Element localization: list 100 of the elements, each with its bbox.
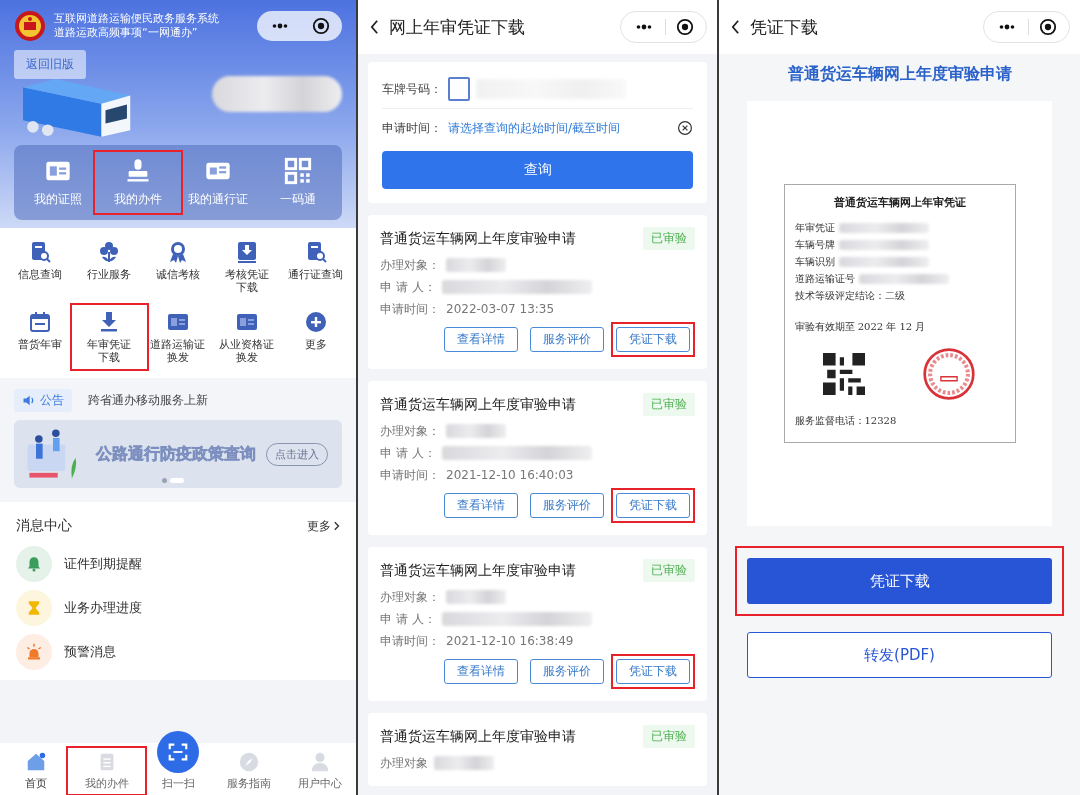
record-action-button[interactable]: 查看详情: [444, 493, 518, 518]
field-label: 办理对象：: [380, 588, 440, 606]
download-button[interactable]: 凭证下载: [747, 558, 1052, 604]
certificate-rating: 技术等级评定结论：二级: [794, 289, 906, 303]
field-label: 办理对象：: [380, 422, 440, 440]
status-badge: 已审验: [643, 725, 695, 748]
tab-item[interactable]: 首页: [0, 751, 72, 791]
carousel-dots: [162, 478, 184, 483]
chevron-right-icon: [334, 521, 340, 531]
certificate-hotline: 服务监督电话：12328: [794, 414, 898, 428]
system-title: 道路运政高频事项“一网通办”: [54, 26, 199, 40]
certificate-title: 普通货运车辆网上年审凭证: [832, 195, 967, 210]
record-action-button[interactable]: 查看详情: [444, 659, 518, 684]
service-item[interactable]: 更多: [281, 308, 350, 366]
qr-code-icon: [284, 157, 312, 185]
query-button[interactable]: 查询: [382, 151, 693, 189]
back-icon[interactable]: [731, 19, 740, 35]
service-label: 普货年审: [18, 338, 63, 351]
field-label: 车牌号码：: [382, 80, 442, 98]
message-item[interactable]: 证件到期提醒: [16, 542, 340, 586]
certificate-field-label: 年审凭证: [794, 221, 835, 235]
service-item[interactable]: 诚信考核: [143, 238, 213, 296]
close-icon[interactable]: [1039, 18, 1057, 36]
apply-time: 2021-12-10 16:38:49: [446, 634, 574, 648]
certificate-field-label: 车辆识别: [794, 255, 835, 269]
service-item[interactable]: 从业资格证 换发: [212, 308, 282, 366]
apply-time: 2022-03-07 13:35: [446, 302, 555, 316]
service-label: 从业资格证 换发: [219, 338, 275, 364]
certificate-field-label: 道路运输证号: [794, 272, 855, 286]
quick-link-label: 我的通行证: [188, 191, 248, 208]
plate-input-field[interactable]: [448, 77, 470, 101]
service-item[interactable]: 考核凭证 下载: [212, 238, 282, 296]
tab-label: 扫一扫: [161, 776, 195, 791]
notice-text[interactable]: 跨省通办移动服务上新: [88, 391, 208, 409]
certificate-validity: 审验有效期至 2022 年 12 月: [794, 320, 927, 334]
record-title: 普通货运车辆网上年度审验申请: [380, 727, 576, 746]
quick-link-label: 我的办件: [114, 191, 162, 208]
service-item[interactable]: 普货年审: [6, 308, 75, 366]
service-label: 通行证查询: [288, 268, 344, 281]
record-title: 普通货运车辆网上年度审验申请: [380, 395, 576, 414]
page-title: 网上年审凭证下载: [389, 15, 525, 39]
record-title: 普通货运车辆网上年度审验申请: [380, 561, 576, 580]
clear-icon[interactable]: [677, 120, 693, 136]
message-item[interactable]: 预警消息: [16, 630, 340, 674]
back-to-old-version-button[interactable]: 返回旧版: [14, 50, 86, 79]
quick-link-label: 我的证照: [34, 191, 82, 208]
quick-link-label: 一码通: [280, 191, 316, 208]
qr-code: [823, 353, 865, 395]
official-seal-drawing: [922, 347, 976, 401]
field-label: 申 请 人：: [380, 444, 436, 462]
status-badge: 已审验: [643, 227, 695, 250]
compass-icon: [238, 751, 261, 773]
close-icon[interactable]: [676, 18, 694, 36]
page-title: 凭证下载: [750, 15, 818, 39]
service-label: 更多: [304, 338, 327, 351]
scan-icon: [167, 741, 189, 763]
field-label: 申请时间：: [380, 632, 440, 650]
banner-title: 公路通行防疫政策查询: [96, 443, 256, 465]
record-action-button[interactable]: 服务评价: [530, 327, 604, 352]
record-action-button[interactable]: 服务评价: [530, 659, 604, 684]
record-action-button[interactable]: 查看详情: [444, 327, 518, 352]
service-label: 诚信考核: [156, 268, 200, 281]
redacted-text: [446, 590, 506, 604]
service-label: 考核凭证 下载: [224, 268, 269, 294]
scan-button[interactable]: [157, 731, 199, 773]
message-item[interactable]: 业务办理进度: [16, 586, 340, 630]
forward-pdf-button[interactable]: 转发(PDF): [747, 632, 1052, 678]
tab-label: 我的办件: [84, 776, 129, 791]
record-action-button[interactable]: 凭证下载: [616, 493, 690, 518]
tab-label: 首页: [24, 776, 47, 791]
service-label: 年审凭证 下载: [87, 338, 132, 364]
date-range-field[interactable]: 请选择查询的起始时间/截至时间: [448, 121, 671, 135]
redacted-text: [434, 756, 494, 770]
tab-item[interactable]: 我的办件: [71, 751, 143, 791]
record-action-button[interactable]: 凭证下载: [616, 327, 690, 352]
tab-label: 服务指南: [227, 776, 272, 791]
status-badge: 已审验: [643, 393, 695, 416]
redacted-text: [446, 424, 506, 438]
scan-tab[interactable]: 扫一扫: [142, 731, 214, 791]
application-heading: 普通货运车辆网上年度审验申请: [787, 64, 1012, 85]
service-label: 道路运输证 换发: [150, 338, 206, 364]
more-link[interactable]: 更多: [307, 517, 340, 535]
tab-item[interactable]: 用户中心: [284, 751, 356, 791]
service-item[interactable]: 道路运输证 换发: [143, 308, 213, 366]
promo-banner[interactable]: 公路通行防疫政策查询 点击进入: [14, 420, 342, 488]
close-icon[interactable]: [312, 17, 330, 35]
notice-tag-label: 公告: [40, 391, 64, 409]
record-action-button[interactable]: 服务评价: [530, 493, 604, 518]
tab-item[interactable]: 服务指南: [213, 751, 285, 791]
back-icon[interactable]: [370, 19, 379, 35]
service-item[interactable]: 行业服务: [74, 238, 144, 296]
field-label: 申请时间：: [380, 466, 440, 484]
service-item[interactable]: 信息查询: [6, 238, 75, 296]
message-label: 业务办理进度: [64, 599, 142, 617]
message-label: 证件到期提醒: [64, 555, 142, 573]
record-action-button[interactable]: 凭证下载: [616, 659, 690, 684]
certificate-field-label: 车辆号牌: [794, 238, 835, 252]
service-item[interactable]: 年审凭证 下载: [74, 308, 144, 366]
service-item[interactable]: 通行证查询: [281, 238, 350, 296]
service-label: 行业服务: [87, 268, 132, 281]
